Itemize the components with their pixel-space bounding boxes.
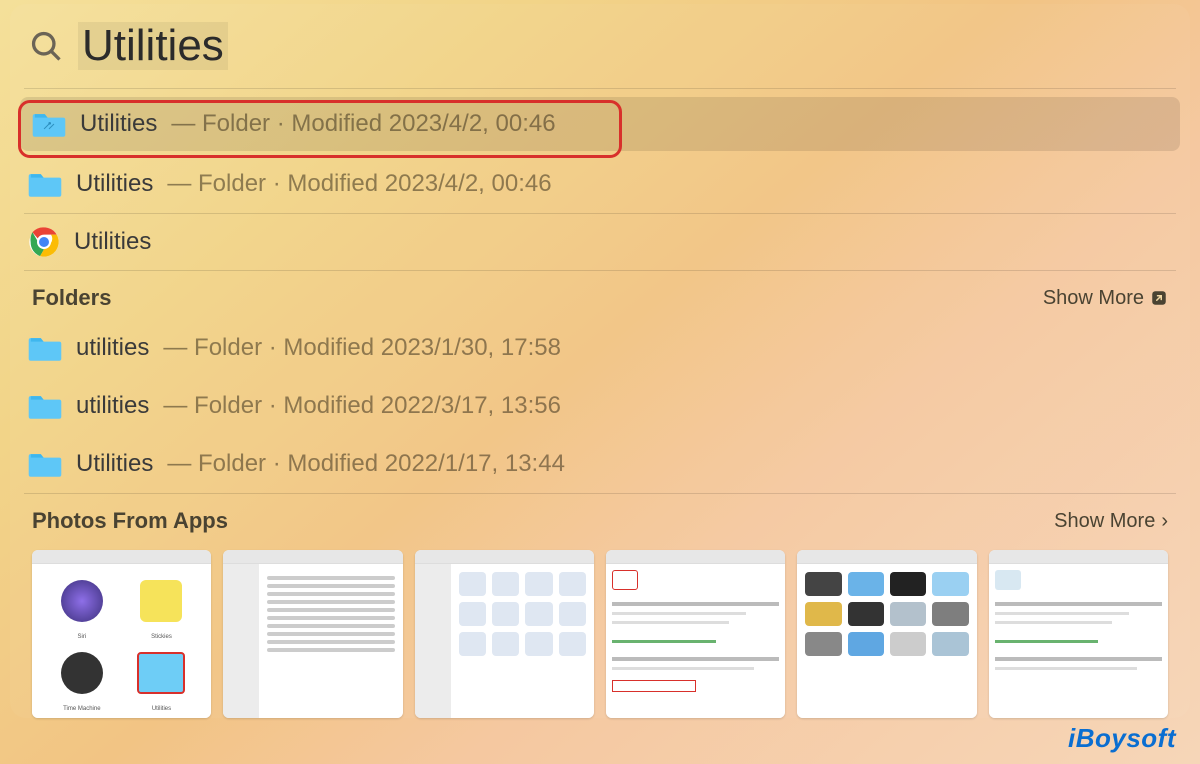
folder-result-item[interactable]: utilities — Folder · Modified 2023/1/30,…	[10, 319, 1190, 377]
search-icon	[28, 28, 64, 64]
section-header-photos: Photos From Apps Show More ›	[10, 494, 1190, 542]
divider-line	[24, 88, 1176, 89]
photo-thumbnail[interactable]	[606, 550, 785, 718]
section-title: Folders	[32, 285, 111, 311]
result-name: utilities	[76, 392, 149, 420]
show-more-label: Show More	[1054, 510, 1155, 533]
section-header-folders: Folders Show More	[10, 271, 1190, 319]
show-more-button[interactable]: Show More	[1043, 287, 1168, 310]
folder-icon	[28, 331, 62, 365]
chevron-right-icon: ›	[1161, 510, 1168, 533]
search-row: Utilities	[10, 4, 1190, 88]
result-name: Utilities	[74, 228, 151, 256]
show-more-button[interactable]: Show More ›	[1054, 510, 1168, 533]
result-metadata: — Folder · Modified 2022/3/17, 13:56	[163, 392, 561, 420]
result-name: Utilities	[76, 170, 153, 198]
photo-thumbnail[interactable]	[223, 550, 402, 718]
photo-thumbnail[interactable]	[989, 550, 1168, 718]
result-metadata: — Folder · Modified 2022/1/17, 13:44	[167, 450, 565, 478]
folder-icon	[28, 447, 62, 481]
result-item[interactable]: Utilities — Folder · Modified 2023/4/2, …	[10, 155, 1190, 213]
folder-result-item[interactable]: Utilities — Folder · Modified 2022/1/17,…	[10, 435, 1190, 493]
result-metadata: — Folder · Modified 2023/1/30, 17:58	[163, 334, 561, 362]
show-more-label: Show More	[1043, 287, 1144, 310]
section-title: Photos From Apps	[32, 508, 228, 534]
photo-thumbnails-row: SiriStickies Time MachineUtilities	[10, 542, 1190, 718]
watermark: iBoysoft	[1068, 723, 1176, 754]
annotation-highlight-box	[18, 100, 622, 158]
result-name: utilities	[76, 334, 149, 362]
result-item[interactable]: Utilities	[10, 214, 1190, 270]
chrome-icon	[28, 226, 60, 258]
folder-icon	[28, 389, 62, 423]
search-input[interactable]: Utilities	[78, 22, 228, 70]
photo-thumbnail[interactable]	[415, 550, 594, 718]
photo-thumbnail[interactable]: SiriStickies Time MachineUtilities	[32, 550, 211, 718]
result-metadata: — Folder · Modified 2023/4/2, 00:46	[167, 170, 551, 198]
photo-thumbnail[interactable]	[797, 550, 976, 718]
folder-icon	[28, 167, 62, 201]
external-link-icon	[1150, 289, 1168, 307]
result-name: Utilities	[76, 450, 153, 478]
folder-result-item[interactable]: utilities — Folder · Modified 2022/3/17,…	[10, 377, 1190, 435]
